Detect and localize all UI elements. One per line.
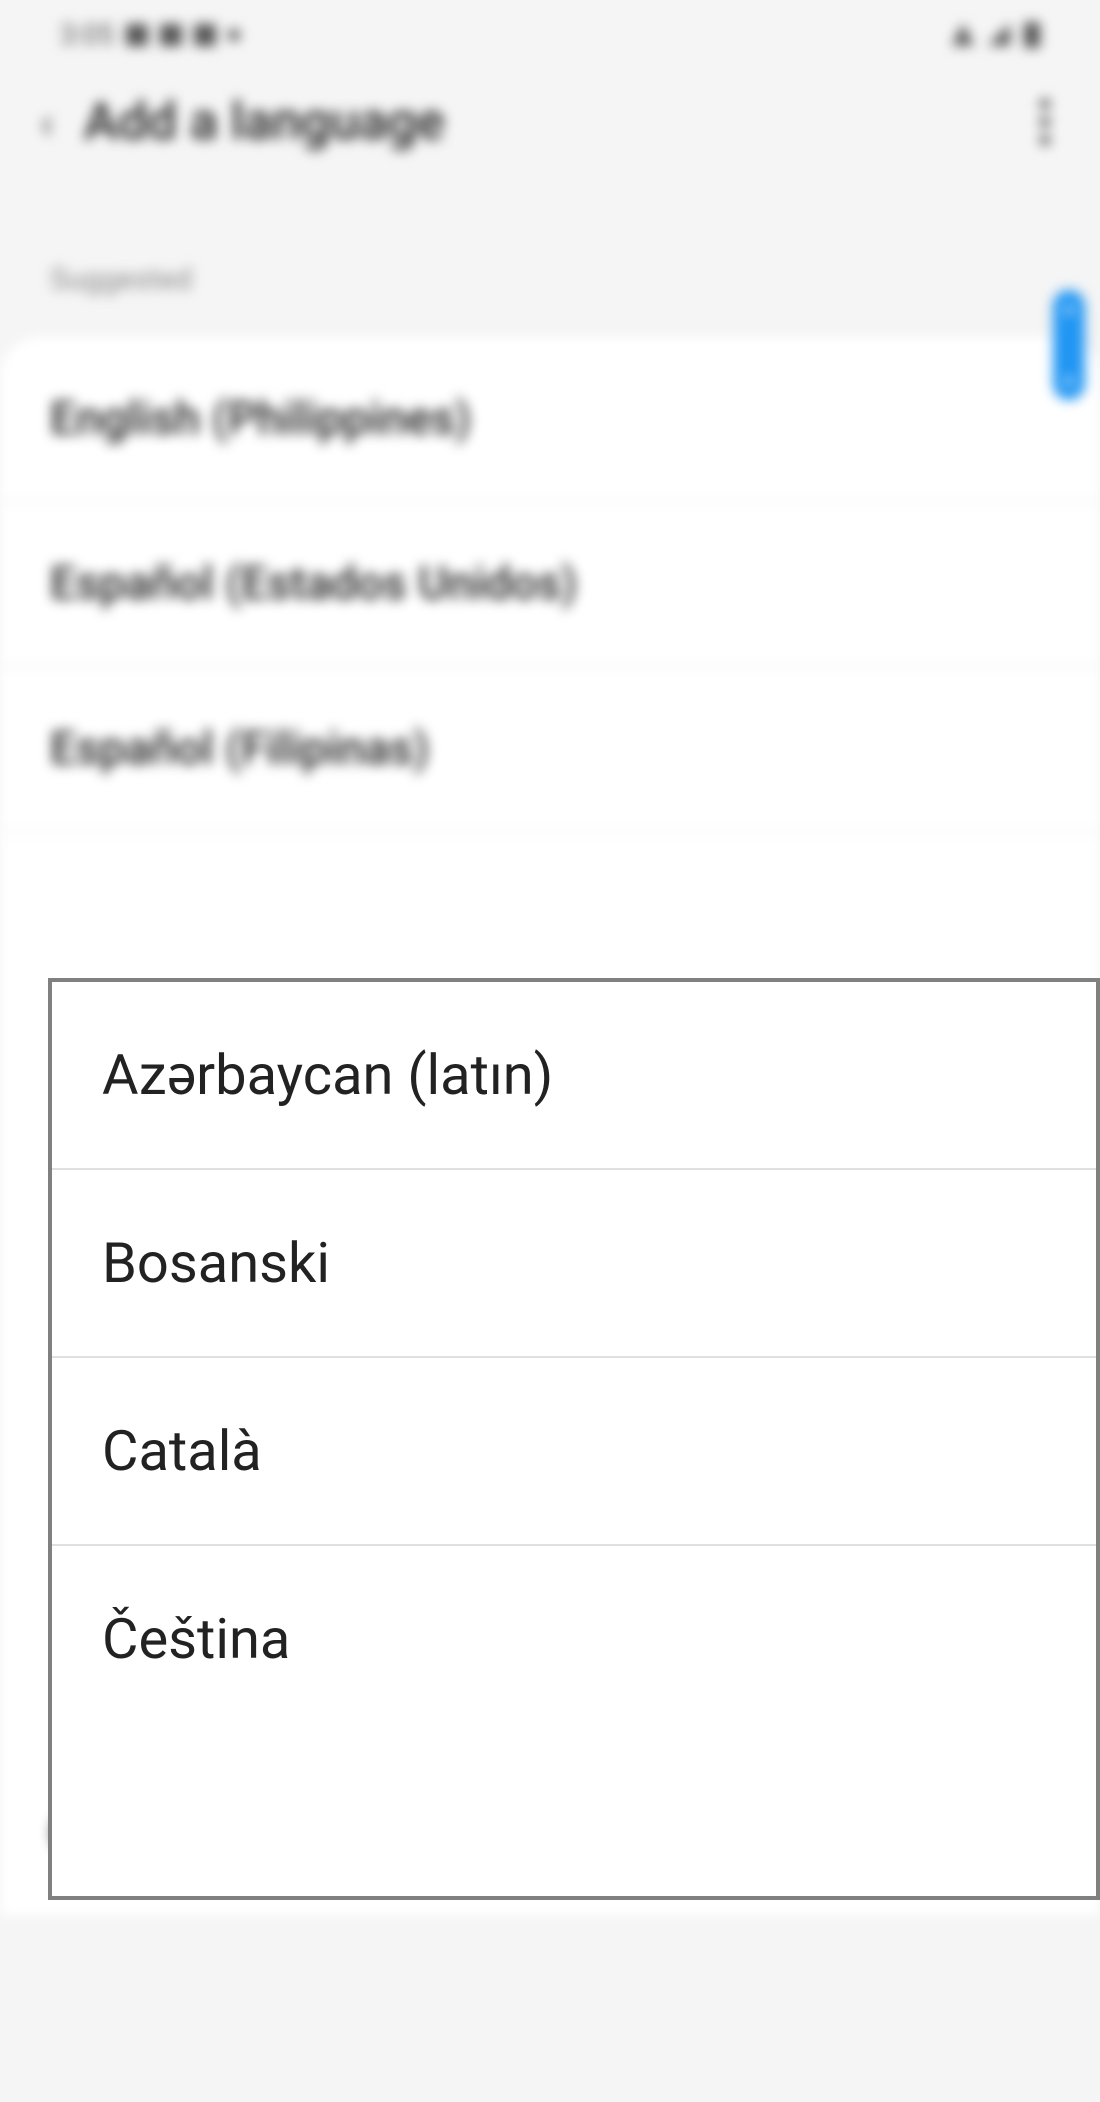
more-options-icon[interactable] [1040, 99, 1050, 145]
chevron-down-icon: ▼ [1061, 374, 1077, 390]
status-dot-icon [228, 29, 240, 41]
popup-item-bosanski[interactable]: Bosanski [52, 1170, 1096, 1358]
status-bar: 3:05 [0, 0, 1100, 61]
battery-icon [1024, 22, 1040, 48]
chevron-up-icon: ▲ [1061, 300, 1077, 316]
wifi-icon [952, 24, 974, 46]
popup-item-azerbaycan[interactable]: Azərbaycan (latın) [52, 982, 1096, 1170]
fast-scroll-handle[interactable]: ▲ ▼ [1053, 290, 1085, 400]
list-item[interactable]: English (Philippines) [0, 337, 1100, 502]
popup-item-cestina[interactable]: Čeština [52, 1546, 1096, 1732]
list-item[interactable]: Español (Filipinas) [0, 667, 1100, 832]
page-title: Add a language [84, 91, 445, 152]
list-item[interactable]: Español (Estados Unidos) [0, 502, 1100, 667]
section-header-suggested: Suggested [0, 182, 1100, 317]
header: ‹ Add a language [0, 61, 1100, 182]
popup-item-catala[interactable]: Català [52, 1358, 1096, 1546]
status-time: 3:05 [60, 18, 114, 51]
signal-icon [988, 24, 1010, 46]
status-chat-icon [160, 24, 182, 46]
status-notif-icon [126, 24, 148, 46]
language-popup: Azərbaycan (latın) Bosanski Català Češti… [48, 978, 1100, 1900]
status-box-icon [194, 24, 216, 46]
back-icon[interactable]: ‹ [42, 96, 52, 148]
